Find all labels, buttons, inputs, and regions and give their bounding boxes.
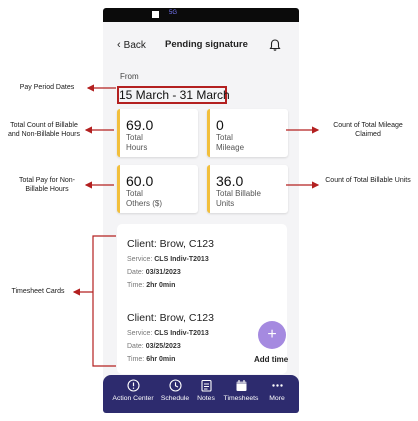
- timesheet-date: Date: 03/31/2023: [127, 269, 181, 276]
- timesheet-time: Time: 2hr 0min: [127, 282, 176, 289]
- nav-item-timesheets[interactable]: Timesheets: [222, 379, 260, 402]
- total-others-card[interactable]: 60.0 Total Others ($): [117, 165, 198, 213]
- from-label: From: [120, 72, 139, 81]
- timesheet-card[interactable]: Client: Brow, C123 Service: CLS Indiv-T2…: [127, 238, 277, 292]
- annotation-mileage: Count of Total Mileage Claimed: [333, 122, 403, 138]
- nav-label: Schedule: [160, 395, 190, 402]
- annotation-timesheet-cards: Timesheet Cards: [11, 288, 65, 295]
- timesheet-client: Client: Brow, C123: [127, 312, 214, 324]
- bottom-nav: Action Center Schedule Notes Timesheets …: [103, 375, 299, 413]
- status-notification-icon: [152, 11, 159, 18]
- total-billable-units-card[interactable]: 36.0 Total Billable Units: [207, 165, 288, 213]
- nav-label: Notes: [197, 395, 215, 402]
- total-billable-units-label: Total Billable Units: [216, 189, 261, 208]
- pay-period-dates: 15 March - 31 March: [119, 88, 230, 102]
- timesheet-service: Service: CLS Indiv-T2013: [127, 256, 209, 263]
- timesheet-list: Client: Brow, C123 Service: CLS Indiv-T2…: [117, 224, 287, 374]
- status-bar: 5G: [103, 8, 299, 22]
- alert-circle-icon: [126, 379, 140, 392]
- add-time-label: Add time: [254, 355, 289, 364]
- total-billable-units-value: 36.0: [216, 173, 244, 189]
- nav-item-schedule[interactable]: Schedule: [159, 379, 191, 402]
- total-mileage-label: Total Mileage: [216, 133, 245, 152]
- nav-item-action-center[interactable]: Action Center: [109, 379, 157, 402]
- timesheet-service: Service: CLS Indiv-T2013: [127, 330, 209, 337]
- timesheet-date: Date: 03/25/2023: [127, 343, 181, 350]
- total-mileage-card[interactable]: 0 Total Mileage: [207, 109, 288, 157]
- page-title: Pending signature: [165, 39, 248, 50]
- nav-label: More: [269, 395, 285, 402]
- nav-item-more[interactable]: More: [265, 379, 289, 402]
- nav-label: Action Center: [112, 395, 154, 402]
- phone-screen: 5G ‹ Back Pending signature From 15 March…: [103, 8, 299, 413]
- calendar-icon: [236, 380, 246, 391]
- clock-icon: [168, 379, 182, 392]
- total-hours-card[interactable]: 69.0 Total Hours: [117, 109, 198, 157]
- back-button[interactable]: ‹ Back: [117, 39, 146, 51]
- app-header: ‹ Back Pending signature: [103, 22, 299, 54]
- more-dots-icon: [271, 384, 283, 387]
- annotation-pay-period: Pay Period Dates: [19, 84, 75, 91]
- total-hours-label: Total Hours: [126, 133, 148, 152]
- timesheet-client: Client: Brow, C123: [127, 238, 214, 250]
- total-mileage-value: 0: [216, 117, 224, 133]
- total-others-label: Total Others ($): [126, 189, 163, 208]
- total-others-value: 60.0: [126, 173, 154, 189]
- nav-label: Timesheets: [223, 395, 259, 402]
- total-hours-value: 69.0: [126, 117, 154, 133]
- annotation-total-pay: Total Pay for Non-Billable Hours: [18, 177, 76, 193]
- network-indicator: 5G: [169, 10, 178, 16]
- bell-icon[interactable]: [268, 38, 282, 52]
- nav-item-notes[interactable]: Notes: [194, 379, 218, 402]
- annotation-billable-hours: Total Count of Billable and Non-Billable…: [8, 122, 80, 138]
- plus-icon: +: [267, 326, 277, 343]
- notes-icon: [200, 379, 212, 392]
- annotation-billable-units: Count of Total Billable Units: [325, 177, 411, 184]
- chevron-left-icon: ‹: [117, 39, 121, 51]
- back-label: Back: [123, 40, 146, 51]
- add-time-button[interactable]: +: [258, 321, 286, 349]
